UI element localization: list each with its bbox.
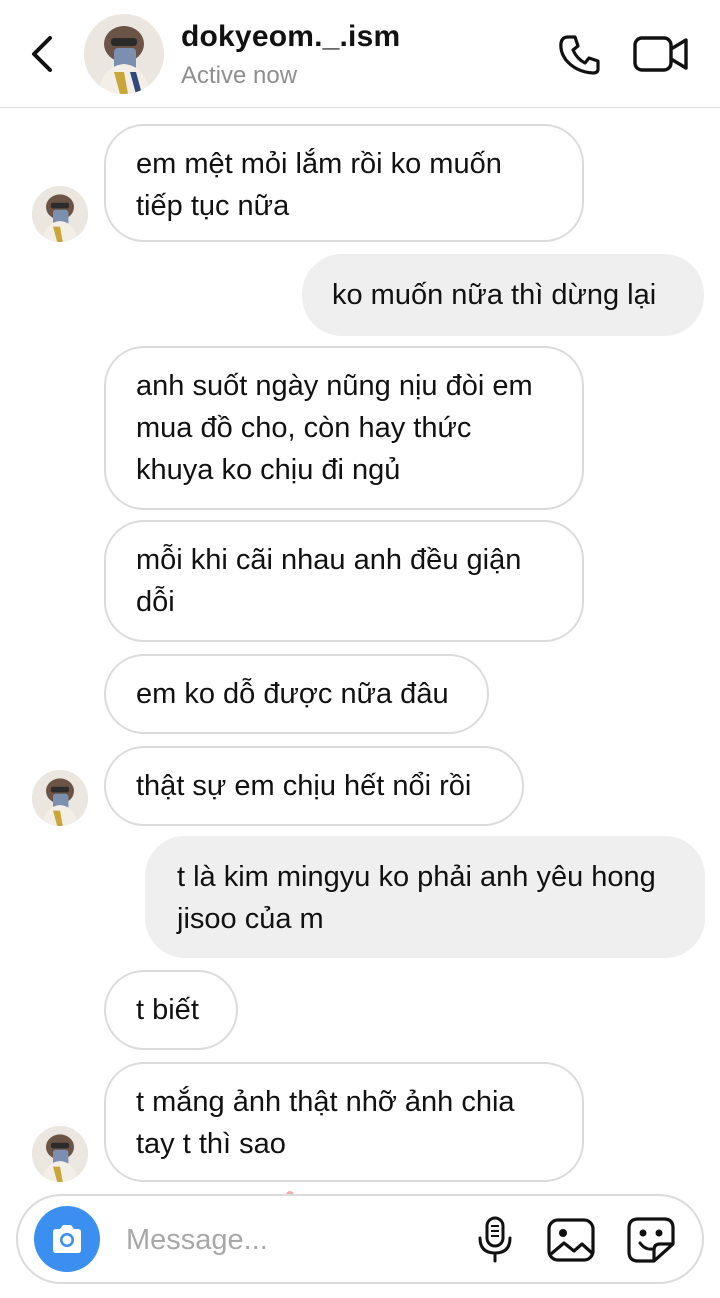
avatar[interactable] [32, 1126, 88, 1182]
image-icon[interactable] [546, 1216, 596, 1264]
avatar[interactable] [32, 186, 88, 242]
avatar[interactable] [32, 770, 88, 826]
message-bubble-received[interactable]: mỗi khi cãi nhau anh đều giận dỗi [104, 520, 584, 642]
video-camera-icon[interactable] [632, 34, 690, 74]
message-bubble-received[interactable]: thật sự em chịu hết nổi rồi [104, 746, 524, 826]
sticker-icon[interactable] [626, 1216, 676, 1264]
camera-icon [53, 1225, 81, 1253]
message-bubble-received[interactable]: em ko dỗ được nữa đâu [104, 654, 489, 734]
message-bubble-sent[interactable]: t là kim mingyu ko phải anh yêu hong jis… [145, 836, 705, 958]
message-bubble-received[interactable]: t mắng ảnh thật nhỡ ảnh chia tay t thì s… [104, 1062, 584, 1182]
chat-header: dokyeom._.ism Active now [0, 0, 720, 108]
phone-icon[interactable] [556, 33, 604, 77]
chat-username[interactable]: dokyeom._.ism [181, 20, 400, 54]
chevron-left-icon[interactable] [26, 34, 62, 74]
microphone-icon[interactable] [476, 1216, 514, 1264]
message-input[interactable] [126, 1220, 456, 1260]
message-bubble-received[interactable]: t biết [104, 970, 238, 1050]
message-composer [16, 1194, 704, 1284]
message-bubble-received[interactable]: anh suốt ngày nũng nịu đòi em mua đồ cho… [104, 346, 584, 510]
avatar[interactable] [84, 14, 164, 94]
message-bubble-sent[interactable]: ko muốn nữa thì dừng lại [302, 254, 704, 336]
camera-button[interactable] [34, 1206, 100, 1272]
message-bubble-received[interactable]: em mệt mỏi lắm rồi ko muốn tiếp tục nữa [104, 124, 584, 242]
active-status: Active now [181, 62, 298, 89]
